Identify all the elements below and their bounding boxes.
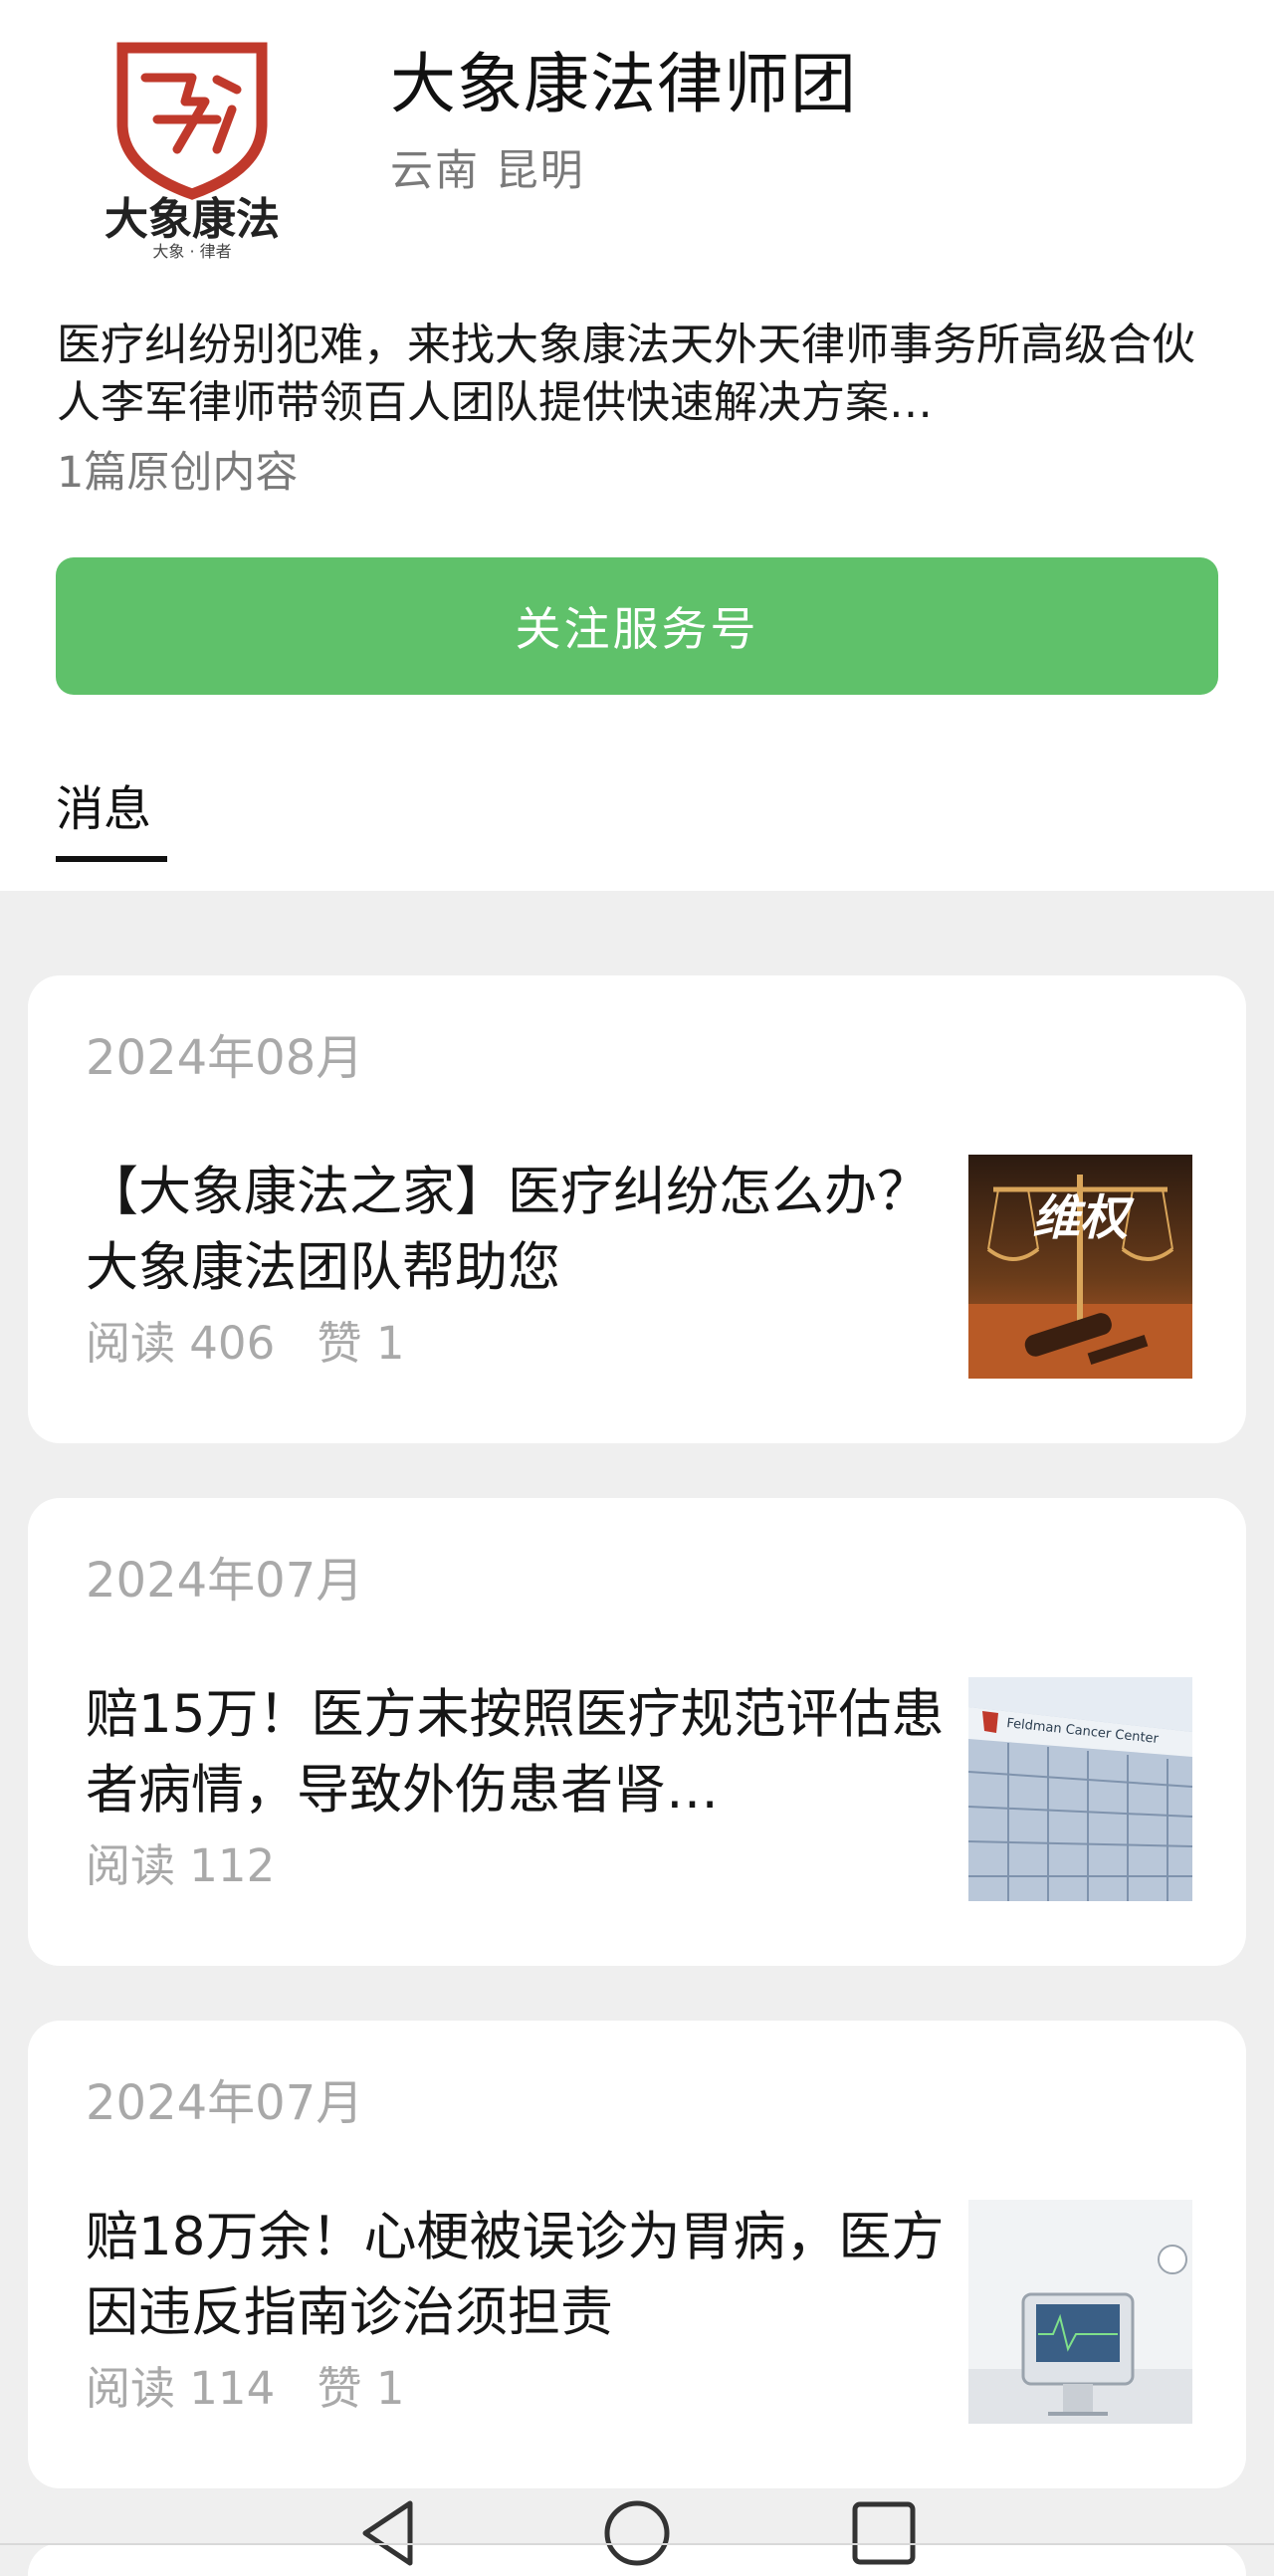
read-count: 阅读 112 [86,1839,276,1892]
medical-monitor-icon[interactable] [968,2200,1192,2424]
original-count[interactable]: 1篇原创内容 [57,444,298,502]
tab-active-indicator [56,856,167,862]
article-card[interactable]: 2024年07月 赔15万！医方未按照医疗规范评估患者病情，导致外伤患者肾… 阅… [28,1498,1246,1966]
nav-divider [0,2543,1274,2545]
account-header: 大象康法 大象 · 律者 大象康法律师团 云南 昆明 医疗纠纷别犯难，来找大象康… [0,0,1274,891]
follow-button[interactable]: 关注服务号 [56,557,1218,695]
recents-square-icon[interactable] [839,2488,929,2576]
article-date: 2024年07月 [86,2075,364,2131]
account-logo[interactable]: 大象康法 大象 · 律者 [68,30,317,261]
like-count: 赞 1 [317,2362,405,2415]
article-title[interactable]: 【大象康法之家】医疗纠纷怎么办？大象康法团队帮助您 [86,1155,952,1306]
article-meta: 阅读 114 赞 1 [86,2359,404,2419]
tab-messages[interactable]: 消息 [56,776,151,842]
article-title[interactable]: 赔18万余！心梗被误诊为胃病，医方因违反指南诊治须担责 [86,2200,952,2351]
scales-gavel-icon[interactable]: 维权 [968,1155,1192,1379]
article-date: 2024年07月 [86,1553,364,1609]
thumb-caption: 维权 [1032,1190,1135,1246]
home-circle-icon[interactable] [592,2488,682,2576]
read-count: 阅读 406 [86,1317,276,1370]
article-card[interactable]: 2024年08月 【大象康法之家】医疗纠纷怎么办？大象康法团队帮助您 阅读 40… [28,975,1246,1443]
article-date: 2024年08月 [86,1030,364,1086]
article-feed: 2024年08月 【大象康法之家】医疗纠纷怎么办？大象康法团队帮助您 阅读 40… [0,891,1274,2576]
article-meta: 阅读 112 [86,1836,275,1896]
article-title[interactable]: 赔15万！医方未按照医疗规范评估患者病情，导致外伤患者肾… [86,1677,952,1828]
back-triangle-icon[interactable] [345,2488,435,2576]
logo-text: 大象康法 [105,194,280,245]
hospital-building-icon[interactable]: Feldman Cancer Center [968,1677,1192,1901]
article-meta: 阅读 406 赞 1 [86,1314,404,1374]
account-location: 云南 昆明 [390,146,585,196]
account-name: 大象康法律师团 [390,46,857,122]
account-description[interactable]: 医疗纠纷别犯难，来找大象康法天外天律师事务所高级合伙人李军律师带领百人团队提供快… [57,317,1221,432]
like-count: 赞 1 [317,1317,405,1370]
read-count: 阅读 114 [86,2362,276,2415]
article-card[interactable]: 2024年07月 赔18万余！心梗被误诊为胃病，医方因违反指南诊治须担责 阅读 … [28,2021,1246,2488]
system-nav-bar [0,2476,1274,2576]
logo-subtext: 大象 · 律者 [152,242,231,259]
